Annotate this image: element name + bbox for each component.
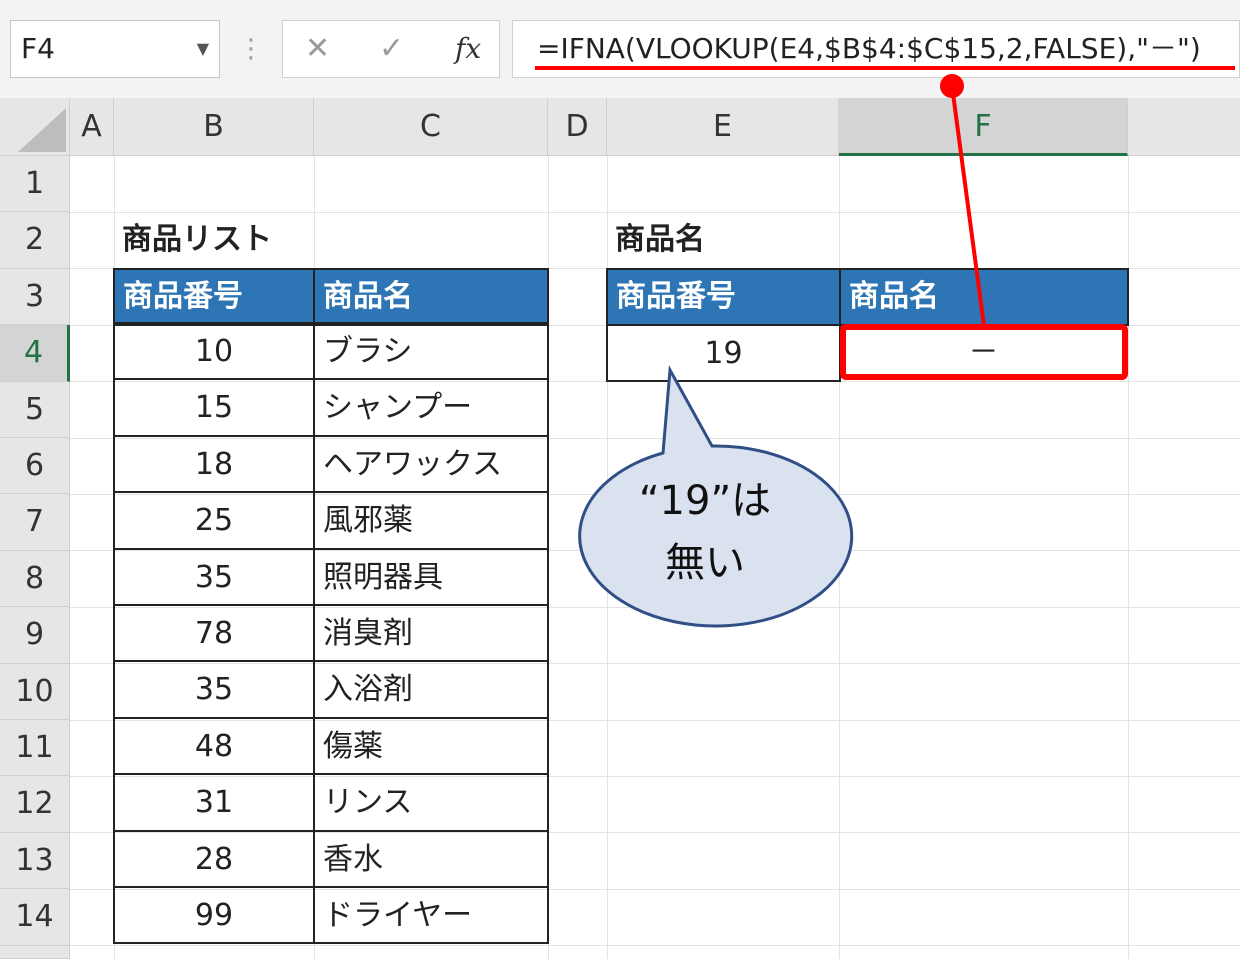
callout-text: “19”は 無い [600,470,810,594]
callout-line-2: 無い [665,540,745,586]
callout-line-1: “19”は [638,478,772,524]
